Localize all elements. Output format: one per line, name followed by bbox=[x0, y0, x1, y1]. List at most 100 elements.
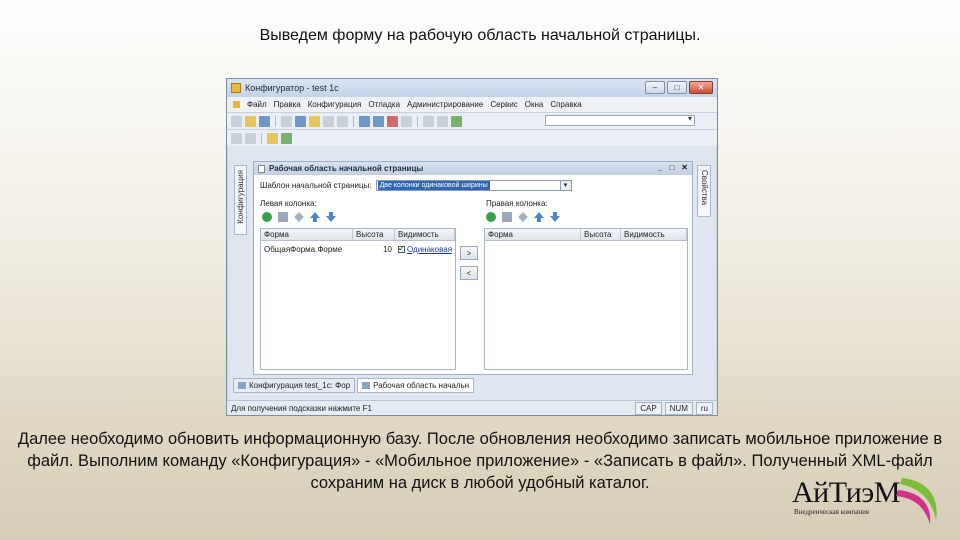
document-window: Рабочая область начальной страницы _ □ ✕… bbox=[253, 161, 693, 375]
configuration-panel-label: Конфигурация bbox=[236, 170, 245, 224]
window-title: Конфигуратор - test 1c bbox=[245, 83, 339, 93]
add-icon[interactable] bbox=[262, 212, 272, 222]
language-indicator: ru bbox=[695, 402, 713, 415]
app-window: Конфигуратор - test 1c – □ ✕ Файл Правка… bbox=[226, 78, 718, 416]
move-up-icon[interactable] bbox=[534, 212, 544, 222]
column-header-height[interactable]: Высота bbox=[581, 229, 621, 240]
configuration-panel-tab[interactable]: Конфигурация bbox=[234, 165, 247, 235]
page-icon[interactable] bbox=[231, 132, 242, 144]
run-debug-icon[interactable] bbox=[281, 132, 292, 144]
paste-icon[interactable] bbox=[309, 115, 320, 127]
document-title: Рабочая область начальной страницы bbox=[269, 164, 424, 173]
column-header-form[interactable]: Форма bbox=[485, 229, 581, 240]
checkbox[interactable] bbox=[398, 243, 405, 254]
column-header-visibility[interactable]: Видимость bbox=[395, 229, 455, 240]
template-field-row: Шаблон начальной страницы: Две колонки о… bbox=[260, 180, 572, 191]
cut-icon[interactable] bbox=[281, 115, 292, 127]
slide-title: Выведем форму на рабочую область начальн… bbox=[259, 27, 701, 44]
app-icon bbox=[231, 83, 241, 93]
toolbar-separator bbox=[417, 115, 418, 127]
move-down-icon[interactable] bbox=[326, 212, 336, 222]
minimize-button[interactable]: – bbox=[645, 81, 665, 94]
zoom-icon[interactable] bbox=[401, 115, 412, 127]
properties-panel-tab[interactable]: Свойства bbox=[697, 165, 711, 217]
toolbar-separator bbox=[275, 115, 276, 127]
find-icon[interactable] bbox=[387, 115, 398, 127]
menu-configuration[interactable]: Конфигурация bbox=[308, 100, 362, 109]
visibility-link[interactable]: Одинаковая bbox=[407, 245, 452, 254]
left-column-toolbar bbox=[262, 212, 336, 222]
doc-close-button[interactable]: ✕ bbox=[681, 163, 688, 172]
move-right-button[interactable]: > bbox=[460, 246, 478, 260]
company-logo: АйТиэМ Внедренческая компания bbox=[792, 476, 900, 516]
print-icon[interactable] bbox=[337, 115, 348, 127]
open-icon[interactable] bbox=[245, 115, 256, 127]
add-icon[interactable] bbox=[486, 212, 496, 222]
properties-panel-label: Свойства bbox=[700, 170, 709, 206]
menu-bar: Файл Правка Конфигурация Отладка Админис… bbox=[227, 97, 717, 113]
logo-name: АйТиэМ bbox=[792, 476, 900, 509]
status-bar: Для получения подсказки нажмите F1 CAP N… bbox=[227, 400, 717, 415]
module-icon[interactable] bbox=[451, 115, 462, 127]
second-toolbar bbox=[227, 130, 717, 146]
redo-icon[interactable] bbox=[373, 115, 384, 127]
bookmark-icon[interactable] bbox=[437, 115, 448, 127]
document-icon bbox=[362, 382, 371, 389]
right-column-label: Правая колонка: bbox=[486, 199, 548, 208]
tab-workspace[interactable]: Рабочая область начальн bbox=[357, 378, 475, 393]
toolbar bbox=[227, 113, 717, 130]
template-select[interactable]: Две колонки одинаковой ширины ▾ bbox=[375, 180, 572, 191]
close-button[interactable]: ✕ bbox=[689, 81, 713, 94]
cell-form: ОбщаяФорма.Форме bbox=[264, 245, 343, 254]
copy-icon[interactable] bbox=[278, 212, 288, 222]
status-hint: Для получения подсказки нажмите F1 bbox=[231, 404, 372, 413]
new-icon[interactable] bbox=[231, 115, 242, 127]
menu-help[interactable]: Справка bbox=[550, 100, 581, 109]
menu-edit[interactable]: Правка bbox=[274, 100, 301, 109]
app-menu-icon[interactable] bbox=[233, 101, 240, 108]
copy-icon[interactable] bbox=[295, 115, 306, 127]
menu-administration[interactable]: Администрирование bbox=[407, 100, 483, 109]
tab-configuration[interactable]: Конфигурация test_1c: Фор bbox=[233, 378, 356, 393]
copy-icon[interactable] bbox=[502, 212, 512, 222]
doc-minimize-button[interactable]: _ bbox=[658, 163, 662, 172]
left-column-grid[interactable]: Форма Высота Видимость ОбщаяФорма.Форме … bbox=[260, 228, 456, 370]
cell-visibility: Одинаковая bbox=[395, 243, 455, 255]
tab-label: Рабочая область начальн bbox=[373, 381, 470, 390]
menu-file[interactable]: Файл bbox=[247, 100, 267, 109]
menu-debug[interactable]: Отладка bbox=[368, 100, 400, 109]
save-icon[interactable] bbox=[259, 115, 270, 127]
left-column-label: Левая колонка: bbox=[260, 199, 317, 208]
goto-icon[interactable] bbox=[423, 115, 434, 127]
table-row[interactable]: ОбщаяФорма.Форме 10 Одинаковая bbox=[261, 243, 455, 255]
properties-icon[interactable] bbox=[245, 132, 256, 144]
menu-service[interactable]: Сервис bbox=[490, 100, 517, 109]
delete-icon[interactable] bbox=[323, 115, 334, 127]
window-titlebar[interactable]: Конфигуратор - test 1c – □ ✕ bbox=[227, 79, 717, 97]
move-up-icon[interactable] bbox=[310, 212, 320, 222]
move-left-button[interactable]: < bbox=[460, 266, 478, 280]
delete-icon[interactable] bbox=[518, 212, 528, 222]
document-titlebar[interactable]: Рабочая область начальной страницы _ □ ✕ bbox=[254, 162, 692, 175]
template-label: Шаблон начальной страницы: bbox=[260, 181, 372, 190]
document-icon bbox=[258, 164, 265, 173]
cell-height: 10 bbox=[383, 245, 392, 254]
move-down-icon[interactable] bbox=[550, 212, 560, 222]
template-select-value: Две колонки одинаковой ширины bbox=[377, 181, 490, 190]
column-header-height[interactable]: Высота bbox=[353, 229, 395, 240]
cap-indicator: CAP bbox=[635, 402, 662, 415]
chevron-down-icon[interactable]: ▾ bbox=[559, 181, 571, 190]
window-tabs: Конфигурация test_1c: Фор Рабочая област… bbox=[233, 378, 475, 393]
toolbar-search-combo[interactable] bbox=[545, 114, 695, 126]
menu-windows[interactable]: Окна bbox=[525, 100, 544, 109]
doc-maximize-button[interactable]: □ bbox=[669, 163, 674, 172]
undo-icon[interactable] bbox=[359, 115, 370, 127]
delete-icon[interactable] bbox=[294, 212, 304, 222]
toolbar-separator bbox=[261, 132, 262, 144]
right-column-grid[interactable]: Форма Высота Видимость bbox=[484, 228, 688, 370]
update-db-icon[interactable] bbox=[267, 132, 278, 144]
maximize-button[interactable]: □ bbox=[667, 81, 687, 94]
logo-swoosh-icon bbox=[896, 478, 937, 524]
column-header-form[interactable]: Форма bbox=[261, 229, 353, 240]
column-header-visibility[interactable]: Видимость bbox=[621, 229, 687, 240]
